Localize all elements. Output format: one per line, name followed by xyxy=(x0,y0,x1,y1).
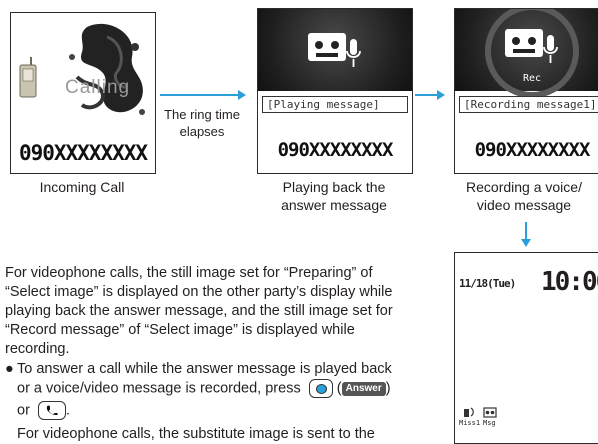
voice-message-icon xyxy=(483,407,497,418)
para-line-2: “Select image” is displayed on the other… xyxy=(5,284,393,300)
bullet-line-1: To answer a call while the answer messag… xyxy=(17,361,392,377)
bullet-line-2: or a voice/video message is recorded, pr… xyxy=(17,380,301,397)
ring-time-label-line1: The ring time xyxy=(164,107,240,122)
recording-caption-line2: video message xyxy=(476,197,572,213)
missed-call-icon xyxy=(464,407,474,417)
playing-caption-line1: Playing back the xyxy=(282,179,386,195)
rec-label: Rec xyxy=(522,73,542,84)
ink-splash-graphic xyxy=(69,23,145,115)
flow-arrow-down-head xyxy=(521,239,531,247)
playing-phone-number: 090XXXXXXXX xyxy=(277,139,394,161)
flow-arrow-2-head xyxy=(437,90,445,100)
flow-arrow-down xyxy=(525,222,527,240)
standby-date: 11/18(Tue) xyxy=(459,277,516,290)
videophone-paragraph: For videophone calls, the still image se… xyxy=(5,264,425,359)
recording-caption-line1: Recording a voice/ xyxy=(466,179,582,195)
bullet-line-3-or: or xyxy=(17,402,30,419)
answer-message-icon xyxy=(308,33,361,67)
playing-message-screen: [Playing message] 090XXXXXXXX xyxy=(257,8,413,174)
record-message-icon xyxy=(505,29,558,63)
playing-caption-line2: answer message xyxy=(281,197,387,213)
missed-call-label: Miss1 xyxy=(459,419,481,427)
call-key-icon xyxy=(37,401,66,420)
incoming-call-caption: Incoming Call xyxy=(39,179,125,195)
flow-arrow-2 xyxy=(415,94,439,96)
calling-label: Calling xyxy=(65,77,131,98)
ring-time-label-line2: elapses xyxy=(179,124,225,139)
incoming-call-screen: Calling 090XXXXXXXX xyxy=(10,12,156,174)
center-key-icon xyxy=(308,379,333,398)
playing-status-box: [Playing message] xyxy=(262,96,408,113)
bullet-dot: ● xyxy=(5,361,14,377)
para-line-4: “Record message” of “Select image” is di… xyxy=(5,322,355,338)
standby-time: 10:00 xyxy=(541,267,598,297)
recording-message-screen: Rec [Recording message1] 090XXXXXXXX xyxy=(454,8,598,174)
bullet-last-line: For videophone calls, the substitute ima… xyxy=(17,426,375,442)
flow-arrow-1-head xyxy=(238,90,246,100)
flow-arrow-1 xyxy=(160,94,240,96)
recording-status-box: [Recording message1] xyxy=(459,96,598,113)
recording-phone-number: 090XXXXXXXX xyxy=(474,139,591,161)
incoming-phone-number: 090XXXXXXXX xyxy=(18,141,148,165)
para-line-1: For videophone calls, the still image se… xyxy=(5,265,373,281)
answer-softkey-label: Answer xyxy=(341,381,386,396)
standby-screen: 11/18(Tue) 10:00 Miss1 Msg xyxy=(454,252,598,444)
para-line-5: recording. xyxy=(5,341,70,357)
voice-message-label: Msg xyxy=(483,419,496,427)
para-line-3: playing back the answer message, and the… xyxy=(5,303,393,319)
handset-icon xyxy=(19,57,37,98)
bullet-line-3-end: . xyxy=(65,402,70,419)
answer-bullet: ● To answer a call while the answer mess… xyxy=(5,360,425,444)
